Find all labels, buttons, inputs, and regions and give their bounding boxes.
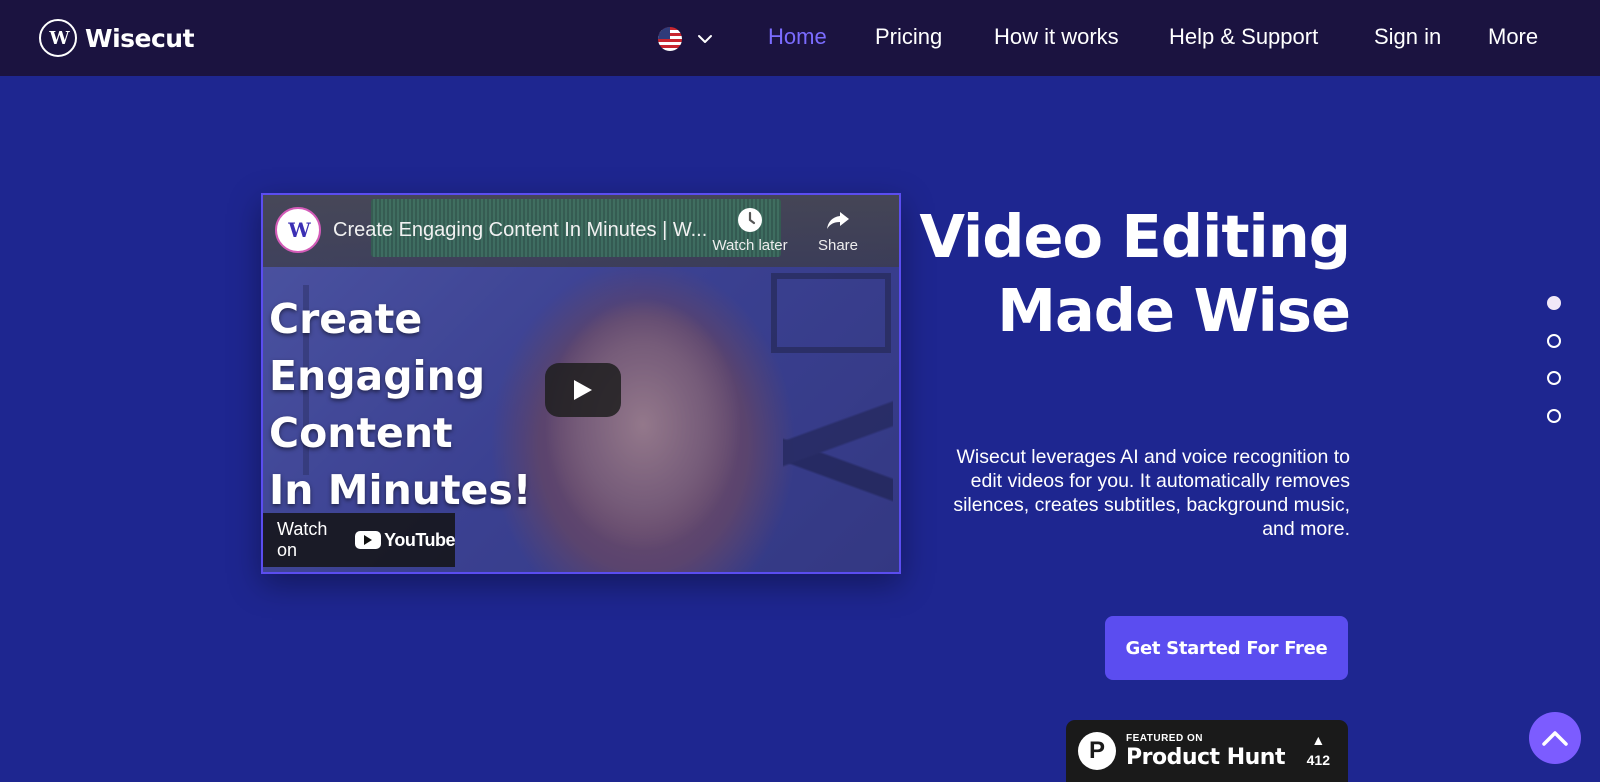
nav-sign-in[interactable]: Sign in	[1374, 24, 1441, 52]
youtube-label: YouTube	[384, 529, 455, 550]
section-dot-4[interactable]	[1547, 409, 1561, 423]
nav-more[interactable]: More	[1488, 24, 1538, 52]
hero-title-line: Made Wise	[997, 276, 1351, 345]
video-title-bar: W Create Engaging Content In Minutes | W…	[263, 195, 899, 267]
hero-description: Wisecut leverages AI and voice recogniti…	[953, 446, 1350, 540]
wisecut-logo-icon: W	[39, 19, 77, 57]
hero-title: Video Editing Made Wise	[850, 200, 1351, 348]
chevron-up-icon	[1542, 731, 1568, 746]
video-headline: Create Engaging Content In Minutes!	[269, 291, 531, 519]
chevron-down-icon	[698, 35, 712, 43]
top-navigation-bar: W Wisecut Home Pricing How it works Help…	[0, 0, 1600, 76]
nav-home[interactable]: Home	[768, 24, 827, 52]
watch-later-label: Watch later	[712, 237, 788, 254]
video-headline-line: Content	[269, 409, 453, 457]
get-started-button[interactable]: Get Started For Free	[1105, 616, 1348, 680]
nav-pricing[interactable]: Pricing	[875, 24, 942, 52]
scroll-to-top-button[interactable]	[1529, 712, 1581, 764]
vote-count: 412	[1306, 752, 1330, 768]
video-title[interactable]: Create Engaging Content In Minutes | W..…	[333, 219, 707, 242]
us-flag-icon	[658, 27, 682, 51]
youtube-logo: YouTube	[355, 530, 455, 551]
play-icon	[574, 380, 592, 400]
upvote-arrow-icon: ▲	[1311, 732, 1326, 748]
product-hunt-text: FEATURED ON Product Hunt	[1126, 732, 1285, 770]
video-headline-line: Create	[269, 295, 423, 343]
section-dot-1[interactable]	[1547, 296, 1561, 310]
watch-on-youtube-button[interactable]: Watch on YouTube	[263, 513, 455, 567]
wisecut-logo[interactable]: W Wisecut	[39, 19, 195, 57]
clock-icon	[738, 208, 762, 232]
product-hunt-name: Product Hunt	[1126, 744, 1285, 770]
watch-later-button[interactable]: Watch later	[705, 207, 795, 254]
video-headline-line: In Minutes!	[269, 466, 532, 514]
video-headline-line: Engaging	[269, 352, 486, 400]
section-dot-2[interactable]	[1547, 334, 1561, 348]
product-hunt-badge[interactable]: P FEATURED ON Product Hunt ▲ 412	[1066, 720, 1348, 782]
thumbnail-plant	[783, 365, 893, 572]
section-dot-3[interactable]	[1547, 371, 1561, 385]
play-button[interactable]	[545, 363, 621, 417]
language-selector[interactable]	[658, 27, 714, 51]
upvote-count: ▲ 412	[1307, 732, 1330, 768]
nav-how-it-works[interactable]: How it works	[994, 24, 1119, 52]
youtube-video-embed[interactable]: W Create Engaging Content In Minutes | W…	[261, 193, 901, 574]
watch-on-label: Watch on	[277, 519, 328, 560]
product-hunt-icon: P	[1078, 732, 1116, 770]
youtube-play-icon	[355, 531, 382, 549]
hero-title-line: Video Editing	[919, 202, 1351, 271]
nav-help-support[interactable]: Help & Support	[1169, 24, 1318, 52]
logo-text: Wisecut	[85, 23, 195, 53]
channel-avatar[interactable]: W	[275, 207, 321, 253]
share-icon	[827, 212, 849, 229]
featured-on-label: FEATURED ON	[1126, 732, 1203, 744]
